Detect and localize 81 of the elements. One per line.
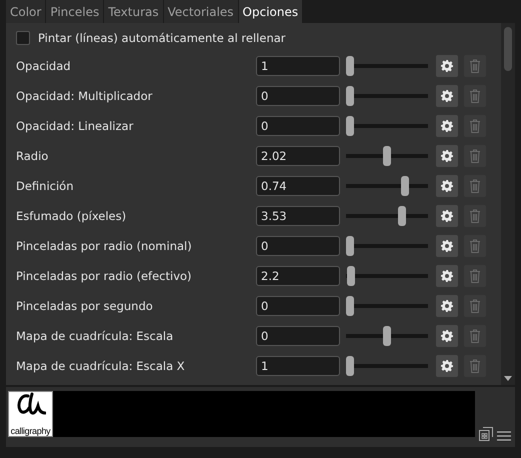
value-field[interactable]: 0 <box>256 236 340 256</box>
slider-thumb[interactable] <box>346 116 354 136</box>
settings-icon <box>441 300 453 312</box>
option-label: Pinceladas por radio (nominal) <box>16 239 193 253</box>
slider-thumb[interactable] <box>346 356 354 376</box>
grid-view-icon[interactable] <box>479 427 493 441</box>
checkbox[interactable] <box>16 31 30 45</box>
settings-icon <box>441 90 453 102</box>
option-label: Pinceladas por radio (efectivo) <box>16 269 193 283</box>
brush-thumbnail[interactable]: calligraphy <box>8 391 53 437</box>
settings-icon <box>441 240 453 252</box>
settings-button[interactable] <box>436 85 458 107</box>
value-field[interactable]: 1 <box>256 356 340 376</box>
option-label: Radio <box>16 149 50 163</box>
trash-icon <box>469 359 481 373</box>
value-field[interactable]: 1 <box>256 56 340 76</box>
trash-icon <box>469 59 481 73</box>
settings-button[interactable] <box>436 55 458 77</box>
menu-icon[interactable] <box>497 431 511 441</box>
trash-icon <box>469 119 481 133</box>
option-label: Pinceladas por segundo <box>16 299 154 313</box>
slider-thumb[interactable] <box>383 146 391 166</box>
slider-thumb[interactable] <box>346 86 354 106</box>
value-field[interactable]: 0 <box>256 326 340 346</box>
settings-button[interactable] <box>436 175 458 197</box>
settings-button[interactable] <box>436 235 458 257</box>
settings-button[interactable] <box>436 325 458 347</box>
trash-icon <box>469 299 481 313</box>
trash-icon <box>469 179 481 193</box>
settings-button[interactable] <box>436 205 458 227</box>
slider-thumb[interactable] <box>346 296 354 316</box>
checkbox-label: Pintar (líneas) automáticamente al rellenar <box>38 31 286 45</box>
settings-icon <box>441 60 453 72</box>
slider-thumb[interactable] <box>400 176 409 196</box>
settings-button[interactable] <box>436 295 458 317</box>
option-label: Opacidad <box>16 59 72 73</box>
scrollbar[interactable] <box>501 23 515 385</box>
option-label: Opacidad: Linealizar <box>16 119 134 133</box>
settings-icon <box>441 180 453 192</box>
settings-icon <box>441 210 453 222</box>
option-label: Esfumado (píxeles) <box>16 209 128 223</box>
brush-preview[interactable]: calligraphy <box>8 391 475 437</box>
settings-button[interactable] <box>436 145 458 167</box>
option-label: Mapa de cuadrícula: Escala X <box>16 359 186 373</box>
settings-icon <box>441 150 453 162</box>
trash-icon <box>469 149 481 163</box>
tab[interactable]: Color <box>6 0 46 23</box>
trash-icon <box>469 239 481 253</box>
slider-thumb[interactable] <box>398 206 406 226</box>
value-field[interactable]: 2.2 <box>256 266 340 286</box>
slider-thumb[interactable] <box>347 266 356 286</box>
slider-thumb[interactable] <box>383 326 391 346</box>
tab[interactable]: Texturas <box>104 0 163 23</box>
settings-button[interactable] <box>436 355 458 377</box>
tab[interactable]: Vectoriales <box>164 0 238 23</box>
tab[interactable]: Opciones <box>238 0 302 23</box>
option-label: Opacidad: Multiplicador <box>16 89 154 103</box>
value-field[interactable]: 0 <box>256 86 340 106</box>
value-field[interactable]: 3.53 <box>256 206 340 226</box>
trash-icon <box>469 209 481 223</box>
tab[interactable]: Pinceles <box>46 0 104 23</box>
value-field[interactable]: 0 <box>256 296 340 316</box>
slider-thumb[interactable] <box>346 56 354 76</box>
value-field[interactable]: 2.02 <box>256 146 340 166</box>
trash-icon <box>469 329 481 343</box>
settings-button[interactable] <box>436 115 458 137</box>
settings-icon <box>441 360 453 372</box>
settings-button[interactable] <box>436 265 458 287</box>
option-label: Definición <box>16 179 74 193</box>
settings-icon <box>441 330 453 342</box>
brush-name: calligraphy <box>10 426 50 436</box>
trash-icon <box>469 269 481 283</box>
slider-thumb[interactable] <box>346 236 354 256</box>
value-field[interactable]: 0.74 <box>256 176 340 196</box>
trash-icon <box>469 89 481 103</box>
settings-icon <box>441 120 453 132</box>
settings-icon <box>441 270 453 282</box>
scroll-down-icon[interactable] <box>504 376 512 381</box>
scrollbar-thumb[interactable] <box>504 27 512 71</box>
value-field[interactable]: 0 <box>256 116 340 136</box>
option-label: Mapa de cuadrícula: Escala <box>16 329 174 343</box>
